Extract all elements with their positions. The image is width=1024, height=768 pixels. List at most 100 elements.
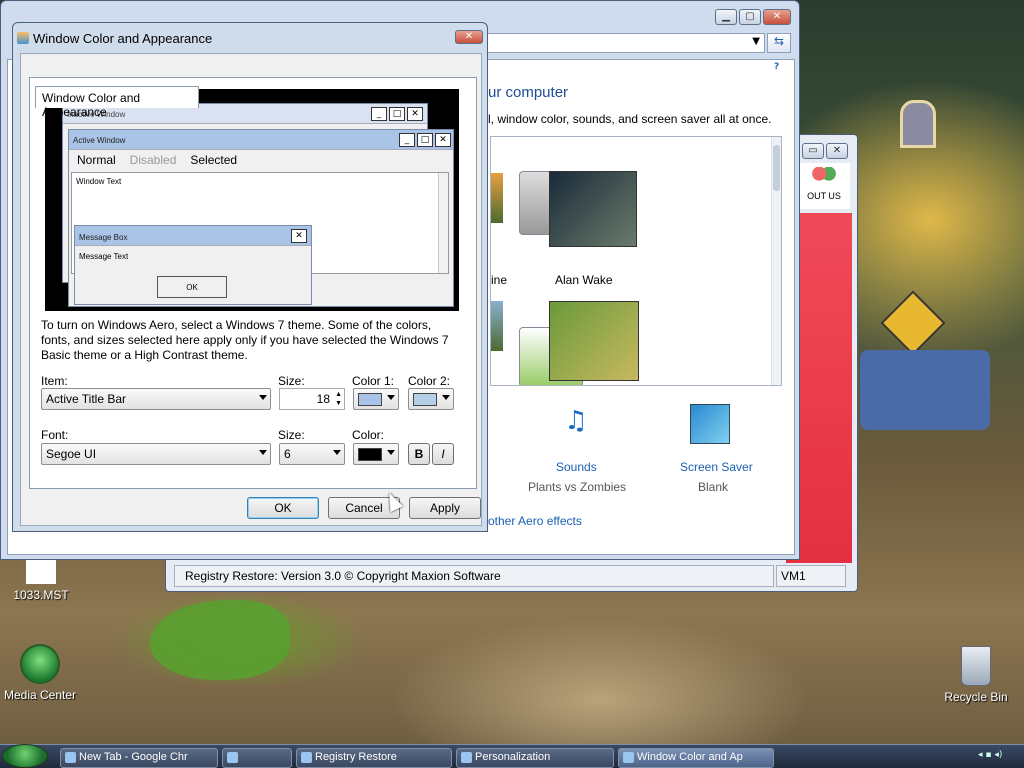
personalization-icon	[461, 752, 472, 763]
taskbar-item-label: Registry Restore	[315, 751, 397, 763]
chevron-down-icon	[259, 395, 267, 400]
aero-description: To turn on Windows Aero, select a Window…	[41, 318, 449, 362]
aero-effects-link[interactable]: other Aero effects	[488, 514, 582, 528]
font-label: Font:	[41, 428, 69, 442]
screen-saver-link[interactable]: Screen Saver	[680, 460, 753, 474]
system-tray[interactable]: ◂ ▪ ◂)	[978, 750, 1022, 764]
taskbar-item-label: New Tab - Google Chr	[79, 751, 188, 763]
theme-list-scrollbar[interactable]	[771, 137, 781, 385]
desktop-icon-recycle-bin[interactable]: Recycle Bin	[938, 646, 1014, 704]
close-icon: ✕	[291, 229, 307, 243]
close-button[interactable]: ✕	[455, 30, 483, 44]
font-color-picker[interactable]	[353, 443, 399, 465]
item-size-spinner[interactable]: 18 ▲ ▼	[279, 388, 345, 410]
sounds-link[interactable]: Sounds	[556, 460, 597, 474]
theme-label-partial: ine	[491, 273, 508, 287]
tab-window-color[interactable]: Window Color and Appearance	[35, 86, 199, 119]
preview-message-box: Message Box ✕ Message Text OK	[74, 225, 312, 305]
sounds-icon: ♫	[564, 406, 588, 436]
preview-scrollbar	[438, 173, 448, 273]
refresh-button[interactable]: ⇆	[767, 33, 791, 53]
start-button[interactable]	[2, 744, 48, 768]
taskbar-item-window-color[interactable]: Window Color and Ap	[618, 748, 774, 768]
minimize-icon: _	[371, 107, 387, 121]
preview-active-title: Active Window	[69, 130, 453, 150]
chevron-down-icon	[387, 395, 395, 400]
maximize-icon: □	[417, 133, 433, 147]
preview-message-text: Message Text	[79, 252, 129, 261]
wallpaper-leaf	[150, 600, 290, 680]
color2-swatch	[413, 393, 437, 406]
registry-icon	[301, 752, 312, 763]
theme-stack-alan-wake	[549, 171, 637, 247]
preview-menu-disabled: Disabled	[129, 153, 177, 167]
desktop-icon-label: Media Center	[3, 688, 77, 702]
refresh-icon: ⇆	[773, 34, 785, 48]
color1-swatch	[358, 393, 382, 406]
registry-title-buttons: ▭ ✕	[802, 143, 848, 159]
file-icon	[26, 560, 56, 584]
apply-button[interactable]: Apply	[409, 497, 481, 519]
page-heading: ur computer	[488, 84, 569, 101]
media-center-icon	[20, 644, 60, 684]
taskbar-item-label: Personalization	[475, 751, 551, 763]
status-bar-machine: VM1	[776, 565, 846, 587]
appearance-preview[interactable]: Inactive Window _ □ ✕ Active Window _ □ …	[45, 89, 459, 311]
wallpaper-truck	[860, 350, 990, 430]
preview-menu-bar: Normal Disabled Selected	[69, 150, 453, 170]
close-icon: ✕	[407, 107, 423, 121]
close-button[interactable]: ✕	[763, 9, 791, 25]
maximize-button[interactable]: ▢	[739, 9, 761, 25]
font-dropdown[interactable]: Segoe UI	[41, 443, 271, 465]
status-bar: Registry Restore: Version 3.0 © Copyrigh…	[174, 565, 774, 587]
taskbar-item-unknown[interactable]	[222, 748, 292, 768]
taskbar-item-personalization[interactable]: Personalization	[456, 748, 614, 768]
dialog-icon	[17, 32, 29, 44]
close-button[interactable]: ✕	[826, 143, 848, 159]
theme-list[interactable]: ine Alan Wake	[490, 136, 782, 386]
theme-thumb-partial	[491, 173, 503, 223]
theme-thumb-partial-2	[491, 301, 503, 351]
dialog-title: Window Color and Appearance	[33, 31, 213, 46]
chevron-down-icon[interactable]: ▼	[752, 36, 760, 47]
font-size-dropdown[interactable]: 6	[279, 443, 345, 465]
chrome-icon	[65, 752, 76, 763]
taskbar-item-registry-restore[interactable]: Registry Restore	[296, 748, 452, 768]
item-dropdown[interactable]: Active Title Bar	[41, 388, 271, 410]
minimize-button[interactable]: ▁	[715, 9, 737, 25]
italic-button[interactable]: I	[432, 443, 454, 465]
taskbar-item-chrome[interactable]: New Tab - Google Chr	[60, 748, 218, 768]
color2-picker[interactable]	[408, 388, 454, 410]
help-icon[interactable]: ?	[774, 62, 779, 72]
minimize-button[interactable]: ▭	[802, 143, 824, 159]
color1-picker[interactable]	[353, 388, 399, 410]
font-size-value: 6	[284, 447, 291, 461]
app-icon	[227, 752, 238, 763]
scrollbar-thumb[interactable]	[773, 145, 780, 191]
window-color-icon	[623, 752, 634, 763]
taskbar-item-label: Window Color and Ap	[637, 751, 743, 763]
minimize-icon: _	[399, 133, 415, 147]
font-color-swatch	[358, 448, 382, 461]
personalization-title-buttons: ▁ ▢ ✕	[715, 9, 791, 25]
theme-label-alan-wake: Alan Wake	[555, 273, 613, 287]
preview-menu-selected: Selected	[190, 153, 238, 167]
item-dropdown-value: Active Title Bar	[46, 392, 127, 406]
recycle-bin-icon	[961, 646, 991, 686]
preview-ok-button: OK	[157, 276, 227, 298]
about-us-label: OUT US	[807, 191, 841, 201]
font-dropdown-value: Segoe UI	[46, 447, 97, 461]
close-icon: ✕	[435, 133, 451, 147]
desktop-icon-label: 1033.MST	[13, 588, 69, 602]
desktop-icon-media-center[interactable]: Media Center	[0, 644, 80, 702]
maximize-icon: □	[389, 107, 405, 121]
spinner-arrows-icon[interactable]: ▲ ▼	[335, 390, 342, 408]
about-us-button[interactable]: OUT US	[798, 163, 850, 209]
bold-button[interactable]: B	[408, 443, 430, 465]
desktop-icon-1033mst[interactable]: 1033.MST	[6, 560, 76, 602]
font-size-label: Size:	[278, 428, 305, 442]
page-subheading: l, window color, sounds, and screen save…	[488, 112, 772, 126]
address-bar[interactable]: ▼	[487, 33, 765, 53]
wallpaper-window	[900, 100, 936, 148]
ok-button[interactable]: OK	[247, 497, 319, 519]
